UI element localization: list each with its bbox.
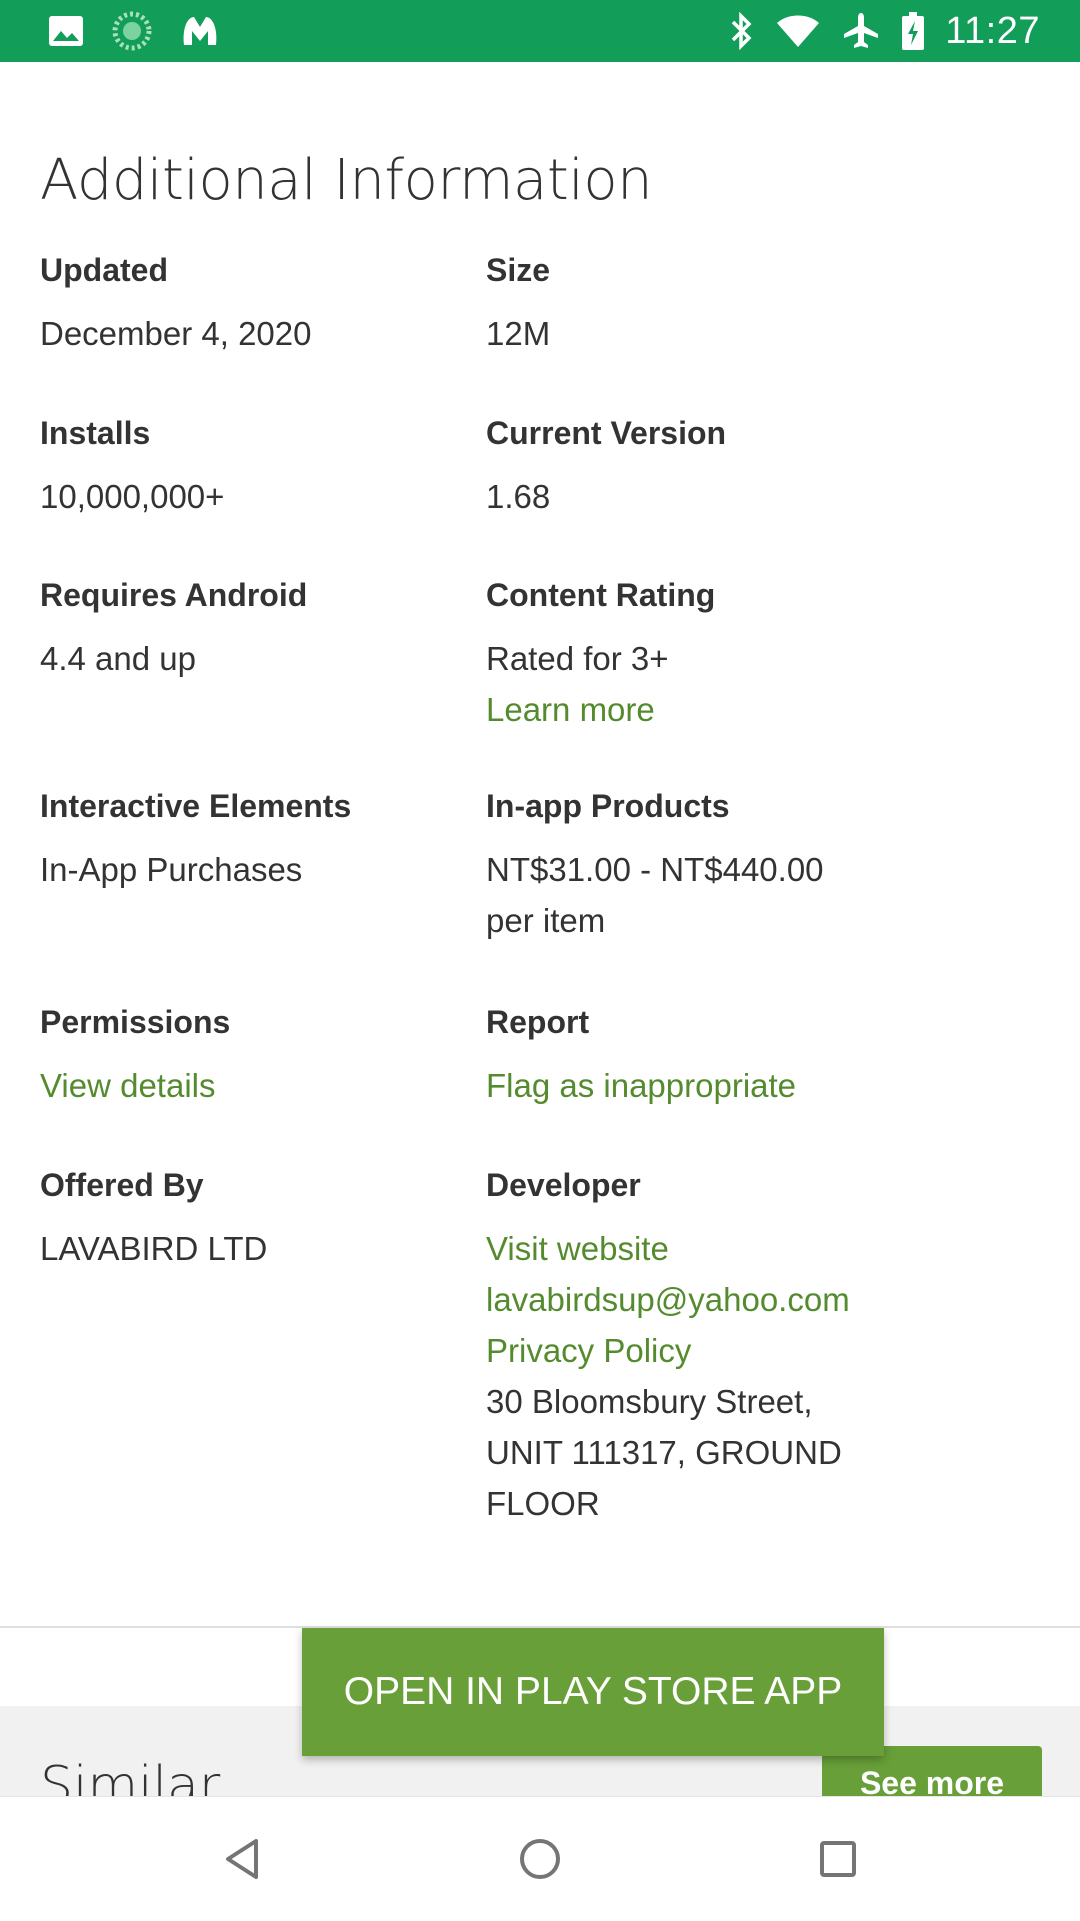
info-value: LAVABIRD LTD <box>40 1230 268 1267</box>
info-label: Offered By <box>40 1167 204 1203</box>
info-value: In-App Purchases <box>40 851 303 888</box>
info-report: Report Flag as inappropriate <box>486 1002 1006 1111</box>
info-value: per item <box>486 902 606 939</box>
spinner-icon <box>112 11 152 51</box>
info-offered-by: Offered By LAVABIRD LTD <box>40 1165 470 1274</box>
info-installs: Installs 10,000,000+ <box>40 413 470 522</box>
info-label: Requires Android <box>40 577 308 613</box>
info-size: Size 12M <box>486 250 1006 359</box>
view-details-link[interactable]: View details <box>40 1060 470 1111</box>
info-label: Size <box>486 252 551 288</box>
info-label: Installs <box>40 415 151 451</box>
back-icon[interactable] <box>210 1827 274 1891</box>
info-value: NT$31.00 - NT$440.00 <box>486 851 824 888</box>
navigation-bar <box>0 1796 1080 1921</box>
info-label: Interactive Elements <box>40 788 352 824</box>
info-label: Report <box>486 1004 590 1040</box>
recents-icon[interactable] <box>806 1827 870 1891</box>
developer-address: FLOOR <box>486 1485 600 1522</box>
info-current-version: Current Version 1.68 <box>486 413 1006 522</box>
bluetooth-icon <box>729 11 755 51</box>
info-label: In-app Products <box>486 788 730 824</box>
info-label: Content Rating <box>486 577 716 613</box>
info-value: 1.68 <box>486 478 551 515</box>
info-label: Developer <box>486 1167 641 1203</box>
info-value: 12M <box>486 315 551 352</box>
info-label: Permissions <box>40 1004 231 1040</box>
info-content-rating: Content Rating Rated for 3+ Learn more <box>486 575 1006 735</box>
info-requires-android: Requires Android 4.4 and up <box>40 575 470 684</box>
info-label: Updated <box>40 252 168 288</box>
info-label: Current Version <box>486 415 727 451</box>
airplane-icon <box>841 11 881 51</box>
image-icon <box>48 15 84 47</box>
learn-more-link[interactable]: Learn more <box>486 684 1006 735</box>
info-permissions: Permissions View details <box>40 1002 470 1111</box>
open-in-play-store-button[interactable]: OPEN IN PLAY STORE APP <box>302 1628 884 1756</box>
info-value: December 4, 2020 <box>40 315 312 352</box>
similar-title: Similar <box>40 1756 221 1796</box>
malwarebytes-icon <box>180 13 220 49</box>
privacy-policy-link[interactable]: Privacy Policy <box>486 1325 1006 1376</box>
wifi-icon <box>775 13 821 49</box>
info-developer: Developer Visit website lavabirdsup@yaho… <box>486 1165 1006 1529</box>
additional-info-section: Additional Information Updated December … <box>0 62 1080 1628</box>
info-interactive-elements: Interactive Elements In-App Purchases <box>40 786 470 895</box>
developer-address: UNIT 111317, GROUND <box>486 1434 842 1471</box>
status-time: 11:27 <box>945 9 1040 52</box>
info-value: Rated for 3+ <box>486 640 669 677</box>
visit-website-link[interactable]: Visit website <box>486 1223 1006 1274</box>
flag-inappropriate-link[interactable]: Flag as inappropriate <box>486 1060 1006 1111</box>
status-bar: 11:27 <box>0 0 1080 62</box>
developer-email-link[interactable]: lavabirdsup@yahoo.com <box>486 1274 1006 1325</box>
info-updated: Updated December 4, 2020 <box>40 250 470 359</box>
info-in-app-products: In-app Products NT$31.00 - NT$440.00 per… <box>486 786 1006 946</box>
info-value: 10,000,000+ <box>40 478 225 515</box>
developer-address: 30 Bloomsbury Street, <box>486 1383 813 1420</box>
info-value: 4.4 and up <box>40 640 196 677</box>
home-icon[interactable] <box>508 1827 572 1891</box>
section-title: Additional Information <box>40 148 653 213</box>
battery-charging-icon <box>901 11 925 51</box>
